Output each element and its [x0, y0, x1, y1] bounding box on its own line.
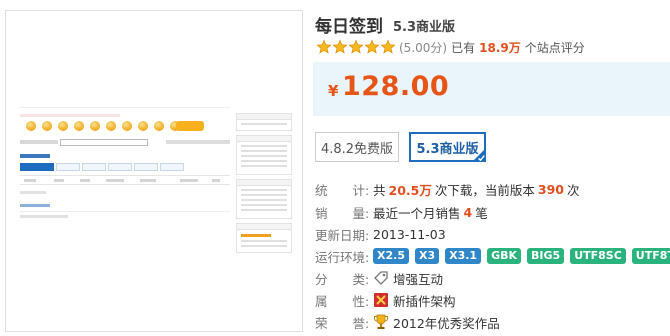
- preview-sidebar: [236, 113, 292, 253]
- sales-suffix: 笔: [475, 205, 488, 221]
- honor-label: 荣 誉:: [315, 315, 370, 331]
- rating-count: 18.9万: [479, 40, 521, 55]
- env-badge-big5[interactable]: BIG5: [527, 248, 565, 264]
- honor-row: 荣 誉: 2012年优秀奖作品: [315, 312, 500, 332]
- sales-prefix: 最近一个月销售: [373, 205, 461, 221]
- plugin-preview-image[interactable]: [5, 10, 303, 332]
- currency-symbol: ¥: [328, 82, 339, 100]
- star-icon: [332, 39, 348, 54]
- preview-mood-icons: [26, 121, 180, 131]
- tag-icon: [374, 271, 388, 285]
- stats-suffix: 次: [566, 182, 580, 198]
- version-commercial-button[interactable]: 5.3商业版: [409, 132, 486, 162]
- env-badge-gbk[interactable]: GBK: [487, 248, 522, 264]
- env-badge-x25[interactable]: X2.5: [373, 248, 409, 264]
- stats-prefix: 共: [373, 182, 386, 198]
- category-value[interactable]: 增强互动: [393, 269, 443, 288]
- sales-label: 销 量:: [315, 205, 370, 221]
- version-free-label: 4.8.2免费版: [320, 141, 394, 157]
- stats-label: 统 计:: [315, 182, 370, 198]
- category-row: 分 类: 增强互动: [315, 268, 443, 288]
- attribute-row: 属 性: 新插件架构: [315, 290, 456, 310]
- preview-content: [20, 101, 296, 253]
- product-detail-page: 每日签到 5.3商业版 (5.00分) 已有 18.9万 个站点评分 ¥ 128…: [0, 0, 670, 336]
- environment-row: 运行环境: X2.5 X3 X3.1 GBK BIG5 UTF8SC UTF8T…: [315, 246, 670, 266]
- star-icon: [348, 39, 364, 54]
- env-badge-utf8sc[interactable]: UTF8SC: [570, 248, 626, 264]
- rating-score: (5.00分): [399, 40, 448, 55]
- stats-current: 390: [537, 181, 564, 197]
- selected-check-icon: [472, 148, 486, 162]
- updated-value: 2013-11-03: [373, 226, 446, 242]
- category-label: 分 类:: [315, 271, 370, 287]
- stats-row: 统 计: 共 20.5万 次下载，当前版本 390 次: [315, 179, 579, 199]
- attribute-value[interactable]: 新插件架构: [393, 291, 456, 310]
- star-icon: [316, 39, 332, 54]
- sales-row: 销 量: 最近一个月销售 4 笔: [315, 202, 488, 222]
- rating-row: (5.00分) 已有 18.9万 个站点评分: [316, 38, 585, 56]
- price-amount: 128.00: [342, 71, 450, 102]
- updated-row: 更新日期: 2013-11-03: [315, 224, 446, 244]
- rating-prefix: 已有: [451, 40, 476, 55]
- product-title: 每日签到: [315, 17, 383, 37]
- version-commercial-label: 5.3商业版: [416, 141, 479, 157]
- rating-suffix: 个站点评分: [524, 40, 585, 55]
- env-badge-x3[interactable]: X3: [414, 248, 440, 264]
- trophy-icon: [374, 314, 388, 329]
- star-icon: [380, 39, 396, 54]
- rating-stars: [316, 39, 396, 55]
- stats-mid: 次下载，当前版本: [434, 182, 535, 198]
- puzzle-icon: [374, 293, 388, 307]
- attribute-label: 属 性:: [315, 293, 370, 309]
- env-badge-utf8tc[interactable]: UTF8TC: [631, 248, 670, 264]
- stats-downloads: 20.5万: [388, 182, 432, 198]
- env-badge-x31[interactable]: X3.1: [445, 248, 482, 264]
- preview-sign-button: [176, 121, 204, 131]
- sales-count: 4: [463, 204, 473, 220]
- environment-label: 运行环境:: [315, 249, 370, 265]
- updated-label: 更新日期:: [315, 227, 370, 243]
- product-version-tag: 5.3商业版: [393, 20, 456, 35]
- honor-value: 2012年优秀奖作品: [393, 315, 500, 331]
- star-icon: [364, 39, 380, 54]
- version-free-button[interactable]: 4.8.2免费版: [315, 132, 399, 162]
- price-box: ¥ 128.00: [313, 62, 670, 116]
